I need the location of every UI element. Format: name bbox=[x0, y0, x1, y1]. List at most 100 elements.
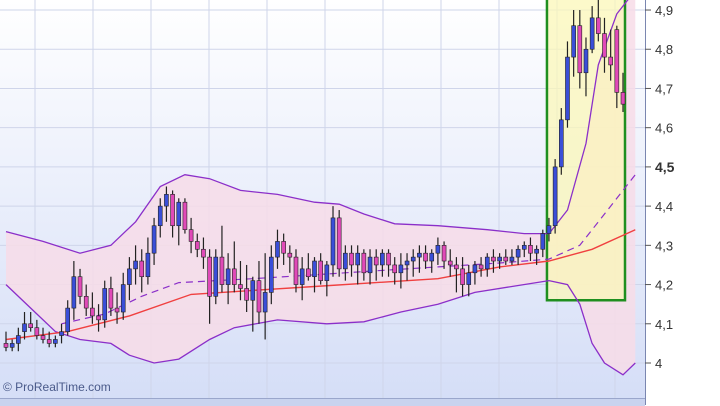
candle-body bbox=[441, 245, 447, 262]
candle-body bbox=[398, 264, 404, 274]
candle-body bbox=[231, 268, 237, 285]
candle-body bbox=[404, 260, 410, 266]
candle-body bbox=[380, 252, 385, 266]
candle-body bbox=[472, 264, 478, 274]
price-tick-label: 4,4 bbox=[655, 199, 673, 214]
candlestick-chart: 4 4,1 4,2 4,3 4,4 4,5 4,6 4,7 4,8 4,9 © ProRealTi… bbox=[0, 0, 720, 405]
candle-body bbox=[269, 256, 274, 293]
candle-body bbox=[114, 307, 120, 313]
candle-body bbox=[324, 264, 330, 281]
candle-body bbox=[219, 256, 225, 285]
candle-body bbox=[318, 260, 323, 281]
candle-body bbox=[71, 276, 77, 309]
candle-body bbox=[77, 276, 83, 297]
candle-body bbox=[151, 225, 157, 254]
candle-body bbox=[565, 56, 570, 121]
candle-body bbox=[429, 252, 435, 262]
candle-body bbox=[225, 268, 231, 285]
price-tick-label: 4,9 bbox=[655, 3, 673, 18]
candle-body bbox=[367, 256, 373, 274]
candle-body bbox=[293, 256, 299, 285]
candle-body bbox=[392, 264, 398, 274]
candle-body bbox=[361, 252, 367, 274]
candle-body bbox=[108, 288, 114, 309]
candle-body bbox=[312, 260, 317, 278]
candle-body bbox=[207, 256, 212, 297]
candle-body bbox=[608, 56, 613, 66]
candle-body bbox=[133, 260, 138, 270]
candle-body bbox=[528, 245, 533, 254]
price-tick-label: 4,2 bbox=[655, 278, 673, 293]
candle-body bbox=[145, 252, 151, 278]
candle-body bbox=[238, 284, 243, 289]
candle-body bbox=[386, 252, 391, 266]
candle-body bbox=[497, 256, 502, 262]
candle-body bbox=[53, 339, 58, 344]
price-tick-label: 4,5 bbox=[655, 159, 675, 175]
candle-body bbox=[46, 339, 52, 344]
candle-body bbox=[491, 256, 496, 262]
candle-body bbox=[602, 33, 607, 58]
candle-body bbox=[281, 241, 286, 254]
candle-body bbox=[509, 256, 515, 262]
candle-body bbox=[306, 268, 311, 278]
chart-window: 4 4,1 4,2 4,3 4,4 4,5 4,6 4,7 4,8 4,9 © ProRealTi… bbox=[0, 0, 720, 406]
candle-body bbox=[515, 248, 521, 258]
candle-body bbox=[466, 272, 472, 285]
candle-body bbox=[194, 241, 200, 250]
candle-body bbox=[577, 25, 583, 74]
candle-body bbox=[250, 280, 256, 301]
candle-body bbox=[83, 296, 89, 309]
candle-body bbox=[28, 323, 33, 329]
candle-body bbox=[503, 256, 509, 262]
candle-body bbox=[127, 268, 132, 285]
candle-body bbox=[9, 343, 15, 348]
candle-body bbox=[40, 335, 46, 340]
candle-body bbox=[59, 331, 64, 336]
candle-body bbox=[343, 252, 348, 270]
candle-body bbox=[484, 256, 490, 270]
candle-body bbox=[244, 288, 249, 301]
candle-body bbox=[540, 233, 546, 250]
candle-body bbox=[546, 225, 552, 234]
candle-body bbox=[16, 335, 21, 344]
candle-body bbox=[213, 256, 219, 297]
candle-body bbox=[22, 323, 27, 332]
candle-body bbox=[410, 256, 416, 262]
candle-body bbox=[478, 264, 484, 270]
candle-body bbox=[589, 17, 595, 50]
candle-body bbox=[620, 92, 626, 105]
candle-body bbox=[534, 248, 539, 254]
candle-body bbox=[90, 307, 95, 317]
candle-body bbox=[201, 248, 206, 258]
candle-body bbox=[558, 119, 564, 168]
candle-body bbox=[157, 205, 163, 227]
candle-body bbox=[417, 252, 422, 258]
candle-body bbox=[164, 194, 169, 207]
price-tick-label: 4,3 bbox=[655, 238, 673, 253]
candle-body bbox=[262, 292, 268, 313]
candle-body bbox=[373, 256, 379, 266]
candle-body bbox=[435, 245, 441, 254]
price-tick-label: 4,1 bbox=[655, 317, 673, 332]
candle-body bbox=[583, 48, 589, 74]
price-tick-label: 4,6 bbox=[655, 121, 673, 136]
candle-body bbox=[349, 252, 354, 266]
candle-body bbox=[96, 315, 101, 321]
candle-body bbox=[120, 284, 126, 313]
candle-body bbox=[355, 252, 360, 266]
candle-body bbox=[139, 260, 145, 278]
price-tick-label: 4 bbox=[655, 356, 662, 371]
candle-body bbox=[614, 29, 620, 93]
candle-body bbox=[336, 217, 342, 270]
candle-body bbox=[275, 241, 280, 258]
candle-body bbox=[552, 166, 558, 227]
candle-body bbox=[176, 201, 182, 227]
candle-body bbox=[3, 343, 9, 348]
candle-body bbox=[256, 280, 262, 313]
candle-body bbox=[287, 252, 293, 258]
candle-body bbox=[460, 268, 465, 285]
candle-body bbox=[182, 201, 188, 230]
watermark: © ProRealTime.com bbox=[3, 380, 111, 394]
candle-body bbox=[423, 252, 428, 262]
